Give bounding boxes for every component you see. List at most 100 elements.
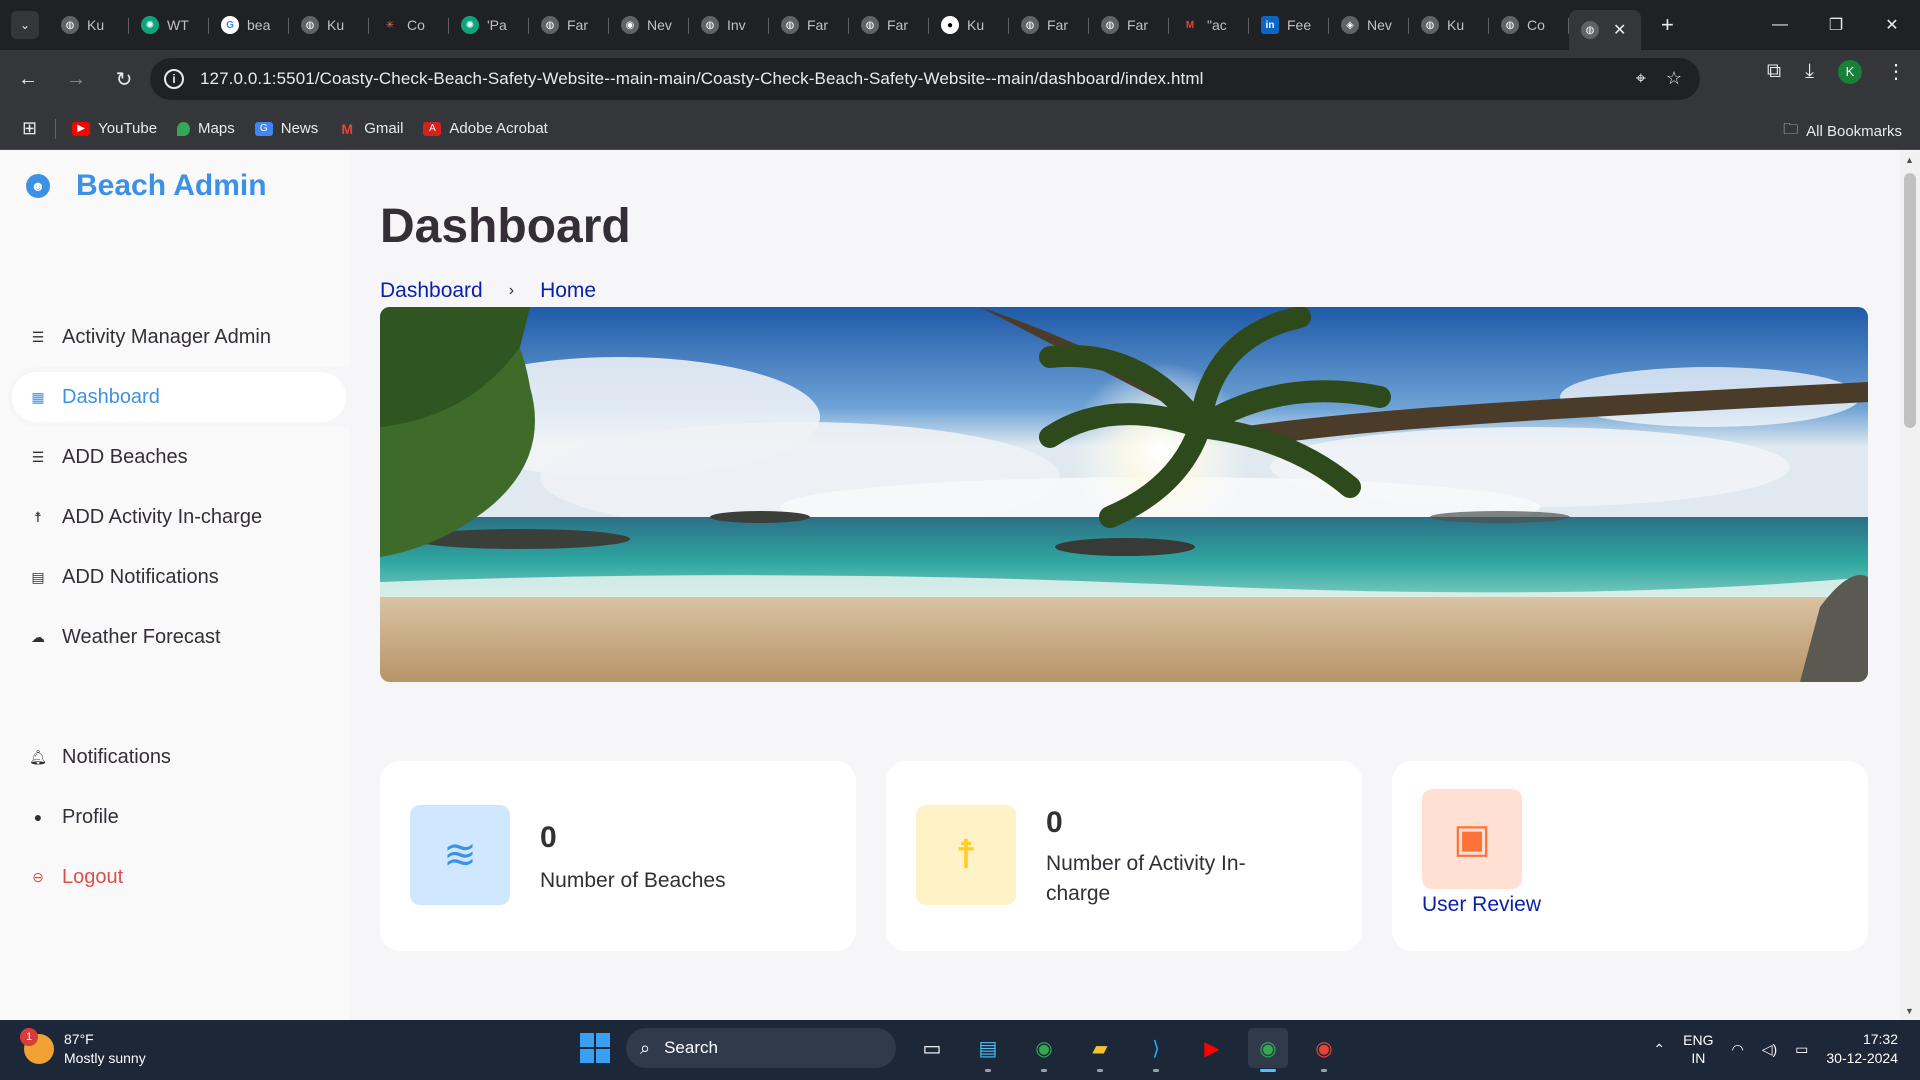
browser-tab[interactable]: ◍ Ku: [289, 8, 369, 42]
browser-tab[interactable]: ◍ Inv: [689, 8, 769, 42]
brand[interactable]: ☻ Beach Admin: [26, 169, 267, 203]
all-bookmarks-button[interactable]: 🗀 All Bookmarks: [1783, 119, 1902, 144]
youtube-icon[interactable]: ▶: [1192, 1028, 1232, 1068]
browser-tab[interactable]: in Fee: [1249, 8, 1329, 42]
tab-title: Far: [887, 17, 908, 33]
bookmark-star-icon[interactable]: ☆: [1666, 68, 1682, 89]
site-info-icon[interactable]: i: [164, 69, 184, 89]
vscode-icon[interactable]: ⟩: [1136, 1028, 1176, 1072]
sidebar-item-add-beaches[interactable]: ☰ ADD Beaches: [0, 427, 350, 487]
reload-button[interactable]: ↻: [104, 59, 144, 99]
linkedin-icon: in: [1261, 16, 1279, 34]
tab-title: Far: [1127, 17, 1148, 33]
copilot-icon: ◈: [1341, 16, 1359, 34]
browser-tab[interactable]: M "ac: [1169, 8, 1249, 42]
chatgpt-icon: ✺: [141, 16, 159, 34]
weather-widget[interactable]: 1 87°F Mostly sunny: [20, 1028, 146, 1068]
sidebar-item-notifications[interactable]: 🔔︎ Notifications: [0, 727, 350, 787]
page-scrollbar[interactable]: ▲ ▼: [1900, 151, 1920, 1020]
browser-tab[interactable]: ◍ Far: [849, 8, 929, 42]
apps-grid-icon[interactable]: ⊞: [22, 118, 37, 139]
sidebar-item-logout[interactable]: ⊖ Logout: [0, 847, 350, 907]
breadcrumb-dashboard[interactable]: Dashboard: [380, 279, 483, 303]
sun-icon: 1: [20, 1028, 54, 1064]
tab-title: Co: [1527, 17, 1545, 33]
chrome-profile-a-icon[interactable]: ◉: [1304, 1028, 1344, 1072]
tab-search-button[interactable]: ⌄: [11, 11, 39, 39]
breadcrumb-home[interactable]: Home: [540, 279, 596, 303]
browser-tab[interactable]: ◍ Far: [1009, 8, 1089, 42]
sidebar-item-dashboard[interactable]: ▦ Dashboard: [8, 367, 350, 427]
battery-icon[interactable]: ▭: [1795, 1041, 1808, 1058]
browser-tab[interactable]: ● Ku: [929, 8, 1009, 42]
breadcrumb: Dashboard › Home: [380, 279, 596, 303]
browser-tab[interactable]: ◍ Far: [769, 8, 849, 42]
bookmark-gmail[interactable]: M Gmail: [338, 120, 403, 137]
scroll-up-icon[interactable]: ▲: [1905, 155, 1914, 165]
scrollbar-thumb[interactable]: [1904, 173, 1916, 428]
browser-tab[interactable]: ◍ Far: [529, 8, 609, 42]
restore-button[interactable]: ❐: [1808, 0, 1864, 50]
browser-tab[interactable]: ◉ Nev: [609, 8, 689, 42]
location-pin-icon[interactable]: ⌖: [1636, 68, 1646, 89]
tab-title: Far: [1047, 17, 1068, 33]
browser-tab[interactable]: ◈ Nev: [1329, 8, 1409, 42]
minimize-button[interactable]: —: [1752, 0, 1808, 50]
file-explorer-icon[interactable]: ▰: [1080, 1028, 1120, 1072]
bookmark-label: YouTube: [98, 120, 158, 137]
clock[interactable]: 17:32 30-12-2024: [1826, 1030, 1898, 1068]
bookmark-youtube[interactable]: ▶ YouTube: [72, 120, 157, 137]
chevron-up-icon[interactable]: ⌃: [1653, 1041, 1665, 1058]
taskbar-search[interactable]: ⌕ Search: [626, 1028, 896, 1068]
beaches-count: 0: [540, 821, 557, 854]
tab-title: Fee: [1287, 17, 1312, 33]
all-bookmarks-label: All Bookmarks: [1806, 123, 1902, 140]
download-icon[interactable]: ⤓: [1805, 60, 1814, 83]
sidebar-item-activity-manager-admin[interactable]: ☰ Activity Manager Admin: [0, 307, 350, 367]
browser-tab[interactable]: Gbea: [209, 8, 289, 42]
browser-tab-active[interactable]: ◍ ✕: [1569, 10, 1641, 50]
browser-tab[interactable]: ✺ WT: [129, 8, 209, 42]
bookmark-adobe-acrobat[interactable]: A Adobe Acrobat: [423, 120, 548, 137]
sidebar-item-label: Logout: [62, 865, 124, 888]
volume-icon[interactable]: ◁): [1762, 1041, 1777, 1058]
close-tab-icon[interactable]: ✕: [1613, 20, 1626, 40]
browser-tab[interactable]: ✺ 'Pa: [449, 8, 529, 42]
browser-tab[interactable]: ◍ Co: [1489, 8, 1569, 42]
windows-start-icon[interactable]: [580, 1033, 610, 1063]
dashboard-grid-icon: ▦: [31, 388, 45, 405]
browser-tabstrip: ⌄ ◍ Ku ✺ WT Gbea ◍ Ku ✳ Co ✺ 'Pa ◍ Far ◉ Nev ◍ I…: [0, 0, 1920, 50]
browser-tab[interactable]: ◍ Ku: [49, 8, 129, 42]
forward-button[interactable]: →: [56, 59, 96, 99]
back-button[interactable]: ←: [8, 59, 48, 99]
new-tab-button[interactable]: +: [1661, 12, 1674, 38]
close-window-button[interactable]: ✕: [1864, 0, 1920, 50]
sidebar-item-add-activity-incharge[interactable]: ☨ ADD Activity In-charge: [0, 487, 350, 547]
notepad-icon[interactable]: ▤: [968, 1028, 1008, 1072]
bookmark-news[interactable]: G News: [254, 120, 318, 137]
chrome-icon[interactable]: ◉: [1024, 1028, 1064, 1072]
sidebar-item-add-notifications[interactable]: ▤ ADD Notifications: [0, 547, 350, 607]
sidebar-item-profile[interactable]: ● Profile: [0, 787, 350, 847]
task-view-icon[interactable]: ▭: [912, 1028, 952, 1068]
system-tray: ⌃ ENG IN ◠ ◁) ▭ 17:32 30-12-2024: [1653, 1030, 1898, 1068]
scroll-down-icon[interactable]: ▼: [1905, 1006, 1914, 1016]
address-bar[interactable]: i 127.0.0.1:5501/Coasty-Check-Beach-Safe…: [150, 58, 1700, 100]
claude-icon: ✳: [385, 19, 395, 31]
browser-tab[interactable]: ✳ Co: [369, 8, 449, 42]
bookmark-maps[interactable]: Maps: [177, 120, 235, 137]
user-review-link[interactable]: User Review: [1422, 893, 1541, 917]
more-menu-icon[interactable]: ⋮: [1886, 59, 1906, 84]
globe-icon: ◍: [701, 16, 719, 34]
extensions-icon[interactable]: ⧉: [1767, 60, 1781, 83]
browser-tab[interactable]: ◍ Far: [1089, 8, 1169, 42]
taskbar: 1 87°F Mostly sunny ⌕ Search ▭ ▤ ◉ ▰ ⟩ ▶ …: [0, 1020, 1920, 1080]
smile-icon: ☻: [26, 174, 50, 198]
language-indicator[interactable]: ENG IN: [1683, 1031, 1713, 1067]
chrome-profile-k-icon[interactable]: ◉: [1248, 1028, 1288, 1072]
wifi-icon[interactable]: ◠: [1731, 1041, 1743, 1058]
sidebar: ☻ Beach Admin ☰ Activity Manager Admin ▦ D…: [0, 151, 350, 1020]
sidebar-item-weather-forecast[interactable]: ☁ Weather Forecast: [0, 607, 350, 667]
profile-avatar[interactable]: K: [1838, 59, 1862, 84]
browser-tab[interactable]: ◍ Ku: [1409, 8, 1489, 42]
